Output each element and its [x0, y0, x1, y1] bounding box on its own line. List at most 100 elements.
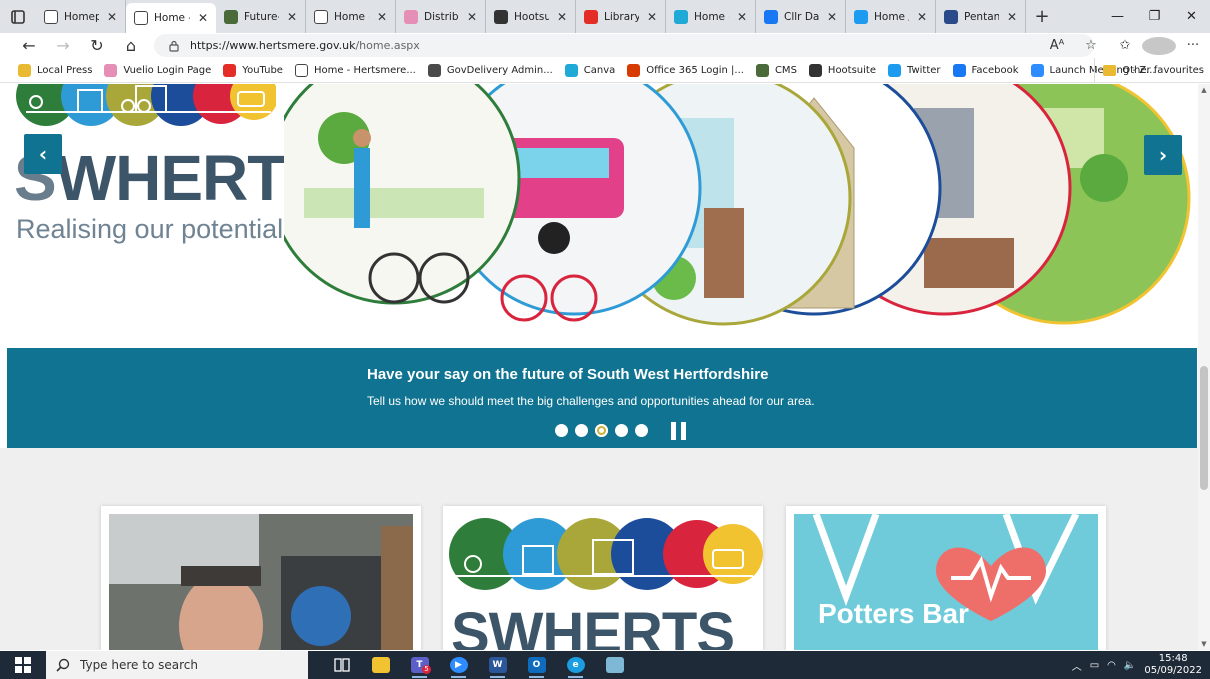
edge-button[interactable]: e — [556, 651, 595, 679]
slider-dot-3[interactable] — [595, 424, 608, 437]
teams-button[interactable]: T5 — [400, 651, 439, 679]
slider-dot-5[interactable] — [635, 424, 648, 437]
search-icon — [56, 658, 70, 672]
slider-previous-button[interactable]: ‹ — [24, 134, 62, 174]
browser-tab-6[interactable]: Hootsuite ✕ — [486, 0, 576, 33]
browser-tab-4[interactable]: Home - H ✕ — [306, 0, 396, 33]
slider-next-button[interactable]: › — [1144, 135, 1182, 175]
favourite-2[interactable]: Vuelio Login Page — [104, 63, 211, 77]
start-button[interactable] — [0, 651, 46, 679]
close-tab-icon[interactable]: ✕ — [915, 10, 929, 24]
restore-button[interactable]: ❐ — [1136, 0, 1173, 33]
wifi-icon[interactable]: ◠ — [1107, 660, 1116, 671]
browser-tab-11[interactable]: Pentana ✕ — [936, 0, 1026, 33]
close-tab-icon[interactable]: ✕ — [555, 10, 569, 24]
close-tab-icon[interactable]: ✕ — [105, 10, 119, 24]
folder-icon — [371, 657, 390, 673]
browser-tab-8[interactable]: Home - C ✕ — [666, 0, 756, 33]
favourite-label: Local Press — [37, 64, 93, 76]
favourite-5[interactable]: GovDelivery Admin... — [427, 63, 553, 77]
browser-tab-3[interactable]: Future-of ✕ — [216, 0, 306, 33]
featured-card-3[interactable]: Potters Bar — [786, 506, 1106, 650]
favourite-11[interactable]: Facebook — [952, 63, 1019, 77]
close-tab-icon[interactable]: ✕ — [465, 10, 479, 24]
favourite-label: Hootsuite — [827, 64, 876, 76]
close-window-button[interactable]: ✕ — [1173, 0, 1210, 33]
task-view-button[interactable] — [322, 651, 361, 679]
address-bar-actions: Aᴬ ☆ ✩ ··· — [1040, 33, 1210, 58]
tab-label: Distributi — [424, 10, 459, 23]
favourite-3[interactable]: YouTube — [223, 63, 283, 77]
scroll-up-arrow[interactable]: ▲ — [1198, 86, 1210, 94]
tab-label: Homepa — [64, 10, 99, 23]
slider-dot-1[interactable] — [555, 424, 568, 437]
browser-tab-7[interactable]: Library - ✕ — [576, 0, 666, 33]
taskbar-search-input[interactable]: Type here to search — [46, 651, 308, 679]
slider-dot-2[interactable] — [575, 424, 588, 437]
outlook-button[interactable]: O — [517, 651, 556, 679]
banner-title[interactable]: Have your say on the future of South Wes… — [367, 366, 768, 383]
zoom-button[interactable]: ▶ — [439, 651, 478, 679]
file-explorer-button[interactable] — [361, 651, 400, 679]
show-hidden-icons-button[interactable]: ︿ — [1072, 658, 1082, 673]
favourite-7[interactable]: Office 365 Login |... — [627, 63, 744, 77]
tab-actions-button[interactable] — [0, 0, 36, 33]
page-scrollbar[interactable]: ▲ ▼ — [1198, 84, 1210, 650]
favourite-label: Canva — [583, 64, 616, 76]
featured-card-1[interactable] — [101, 506, 421, 650]
browser-tab-10[interactable]: Home / T ✕ — [846, 0, 936, 33]
url-box[interactable]: https://www.hertsmere.gov.uk/home.aspx — [154, 34, 1094, 57]
favourites-button[interactable]: ✩ — [1108, 38, 1142, 53]
profile-button[interactable] — [1142, 36, 1176, 55]
favourite-9[interactable]: Hootsuite — [808, 63, 876, 77]
new-tab-button[interactable]: + — [1030, 6, 1054, 27]
notepad-button[interactable] — [595, 651, 634, 679]
folder-icon — [1103, 65, 1117, 76]
close-tab-icon[interactable]: ✕ — [375, 10, 389, 24]
refresh-button[interactable]: ↻ — [80, 33, 114, 58]
favourites-list: Local Press Vuelio Login Page YouTube Home … — [18, 63, 1168, 77]
close-tab-icon[interactable]: ✕ — [645, 10, 659, 24]
url-path: /home.aspx — [355, 39, 420, 52]
edge-icon: e — [566, 657, 585, 673]
slider-pause-button[interactable] — [671, 422, 686, 440]
favourite-8[interactable]: CMS — [755, 63, 797, 77]
forward-button[interactable]: → — [46, 33, 80, 58]
more-menu-button[interactable]: ··· — [1176, 38, 1210, 53]
read-aloud-button[interactable]: Aᴬ — [1040, 38, 1074, 53]
browser-tab-2[interactable]: Home - H ✕ — [126, 3, 216, 33]
home-button[interactable]: ⌂ — [114, 33, 148, 58]
browser-tab-5[interactable]: Distributi ✕ — [396, 0, 486, 33]
close-tab-icon[interactable]: ✕ — [735, 10, 749, 24]
browser-tab-1[interactable]: Homepa ✕ — [36, 0, 126, 33]
close-tab-icon[interactable]: ✕ — [285, 10, 299, 24]
favourite-10[interactable]: Twitter — [888, 63, 941, 77]
battery-icon[interactable]: ▭ — [1090, 660, 1099, 671]
back-button[interactable]: ← — [12, 33, 46, 58]
tab-label: Library - — [604, 10, 639, 23]
task-view-icon — [333, 658, 350, 672]
scrollbar-thumb[interactable] — [1200, 366, 1208, 490]
other-favourites-button[interactable]: Other favourites — [1094, 58, 1204, 83]
add-favourite-button[interactable]: ☆ — [1074, 38, 1108, 53]
clock[interactable]: 15:48 05/09/2022 — [1144, 653, 1202, 677]
windows-icon — [15, 657, 31, 673]
close-tab-icon[interactable]: ✕ — [1005, 10, 1019, 24]
browser-tab-9[interactable]: Cllr Dan ✕ — [756, 0, 846, 33]
close-tab-icon[interactable]: ✕ — [825, 10, 839, 24]
favourite-4[interactable]: Home - Hertsmere... — [294, 63, 416, 77]
minimize-button[interactable]: — — [1099, 0, 1136, 33]
favourite-label: Twitter — [907, 64, 941, 76]
favourite-6[interactable]: Canva — [564, 63, 616, 77]
featured-card-2[interactable]: SWHERTS — [443, 506, 763, 650]
pentana-icon — [944, 9, 958, 24]
windows-taskbar: Type here to search T5 ▶ W O e ︿ ▭ ◠ 🔈 1… — [0, 651, 1210, 679]
word-button[interactable]: W — [478, 651, 517, 679]
favourite-1[interactable]: Local Press — [18, 63, 93, 77]
scroll-down-arrow[interactable]: ▼ — [1198, 640, 1210, 648]
close-tab-icon[interactable]: ✕ — [196, 11, 210, 25]
favourite-label: Office 365 Login |... — [646, 64, 744, 76]
facebook-icon — [764, 9, 778, 24]
slider-dot-4[interactable] — [615, 424, 628, 437]
volume-icon[interactable]: 🔈 — [1124, 660, 1136, 671]
